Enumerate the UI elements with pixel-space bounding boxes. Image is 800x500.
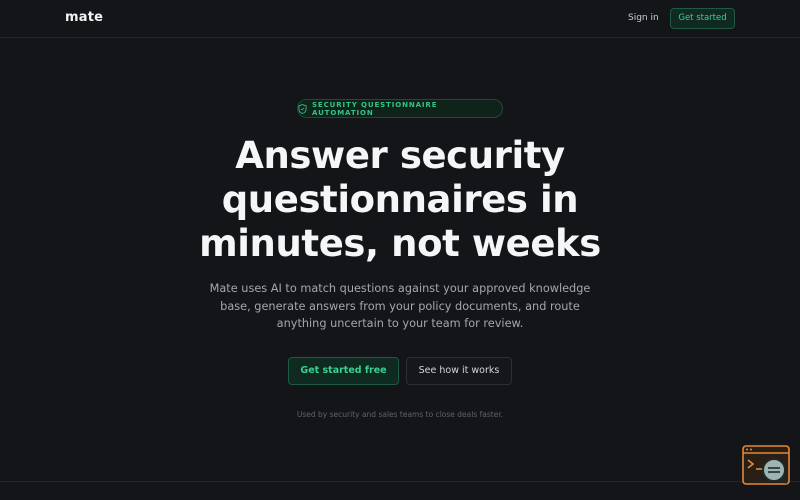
hero-subtitle: Mate uses AI to match questions against … <box>200 280 600 333</box>
headline-line-1: Answer security <box>235 134 565 177</box>
section-divider <box>0 481 800 482</box>
shield-icon <box>298 103 307 114</box>
headline-line-3: minutes, not weeks <box>199 222 601 265</box>
headline-line-2: questionnaires in <box>221 178 579 221</box>
subtitle-line-3: anything uncertain to your team for revi… <box>276 317 524 330</box>
get-started-button[interactable]: Get started <box>670 8 735 29</box>
hero-headline: Answer security questionnaires in minute… <box>150 134 650 266</box>
get-started-free-button[interactable]: Get started free <box>288 357 399 385</box>
sign-in-link[interactable]: Sign in <box>628 13 659 23</box>
see-how-it-works-button[interactable]: See how it works <box>406 357 512 385</box>
badge-label: SECURITY QUESTIONNAIRE AUTOMATION <box>311 100 438 117</box>
chat-widget-icon[interactable] <box>742 445 790 485</box>
top-nav: mate Sign in Get started <box>0 0 800 38</box>
product-badge: SECURITY QUESTIONNAIRE AUTOMATION <box>297 99 503 118</box>
subtitle-line-1: Mate uses AI to match questions against … <box>209 282 591 295</box>
subtitle-line-2: base, generate answers from your policy … <box>220 299 580 313</box>
landing-page: mate Sign in Get started SECURITY QUESTI… <box>0 0 800 500</box>
social-proof-note: Used by security and sales teams to clos… <box>296 410 504 419</box>
logo[interactable]: mate <box>65 10 103 25</box>
